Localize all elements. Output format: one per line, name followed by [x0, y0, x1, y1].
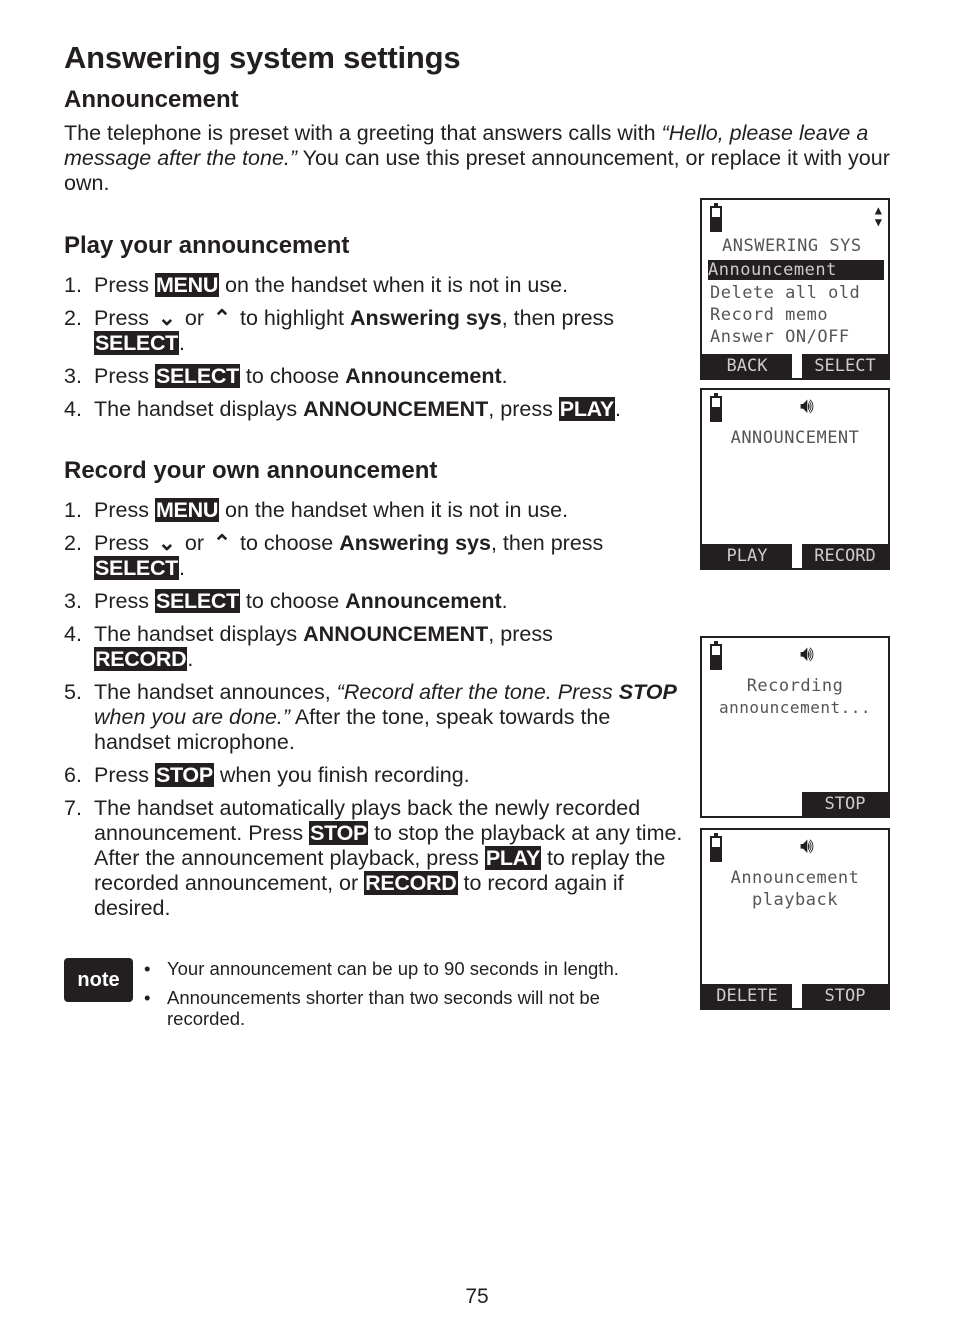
- select-key: SELECT: [94, 331, 180, 355]
- note-item: Announcements shorter than two seconds w…: [144, 987, 664, 1029]
- softkey-delete: DELETE: [702, 984, 792, 1008]
- menu-key: MENU: [154, 498, 220, 522]
- list-item: 6. Press STOP when you finish recording.: [64, 763, 470, 787]
- screen-text-line2: playback: [752, 890, 838, 910]
- battery-icon: [710, 203, 722, 232]
- record-steps: 1. Press MENU on the handset when it is n…: [64, 498, 689, 929]
- intro-paragraph: The telephone is preset with a greeting …: [64, 121, 890, 195]
- menu-item: Answer ON/OFF: [710, 327, 850, 347]
- softkey-stop: STOP: [802, 792, 888, 816]
- list-item: 7. The handset automatically plays back t…: [64, 796, 683, 920]
- screen-text-line1: Announcement: [730, 868, 860, 888]
- up-arrow-icon: ⌃: [213, 306, 232, 330]
- play-key: PLAY: [484, 846, 541, 870]
- handset-screen-recording: 🔊︎ Recording announcement... STOP: [700, 636, 890, 818]
- list-item: 5. The handset announces, “Record after t…: [64, 680, 677, 754]
- note-item: Your announcement can be up to 90 second…: [144, 958, 664, 979]
- softkey-record: RECORD: [802, 544, 888, 568]
- list-item: 3. Press SELECT to choose Announcement.: [64, 364, 508, 388]
- list-item: 1. Press MENU on the handset when it is n…: [64, 273, 569, 297]
- play-heading: Play your announcement: [64, 232, 350, 259]
- down-arrow-icon: ⌄: [157, 306, 176, 330]
- record-key: RECORD: [94, 647, 188, 671]
- screen-text-line1: Recording: [746, 676, 844, 696]
- scroll-arrows-icon: ▲ ▼: [874, 203, 882, 229]
- softkey-select: SELECT: [802, 354, 888, 378]
- list-item: 4. The handset displays ANNOUNCEMENT, pre…: [64, 622, 553, 671]
- menu-item: Record memo: [710, 305, 829, 325]
- record-key: RECORD: [364, 871, 458, 895]
- speaker-icon: 🔊︎: [800, 834, 814, 859]
- play-steps: 1. Press MENU on the handset when it is n…: [64, 273, 689, 430]
- menu-item-selected: Announcement: [708, 260, 884, 280]
- menu-key: MENU: [154, 273, 220, 297]
- list-item: 3. Press SELECT to choose Announcement.: [64, 589, 508, 613]
- battery-icon: [710, 393, 722, 422]
- up-arrow-icon: ⌃: [213, 531, 232, 555]
- screen-title: ANSWERING SYS: [722, 236, 862, 256]
- handset-screen-menu: ▲ ▼ ANSWERING SYS Announcement Delete all…: [700, 198, 890, 380]
- softkey-back: BACK: [702, 354, 792, 378]
- screen-text-line2: announcement...: [719, 698, 871, 717]
- battery-icon: [710, 833, 722, 862]
- handset-screen-announcement: 🔊︎ ANNOUNCEMENT PLAY RECORD: [700, 388, 890, 570]
- menu-item: Delete all old: [710, 283, 861, 303]
- select-key: SELECT: [154, 589, 240, 613]
- list-item: 4. The handset displays ANNOUNCEMENT, pre…: [64, 397, 621, 421]
- stop-key: STOP: [309, 821, 369, 845]
- softkey-play: PLAY: [702, 544, 792, 568]
- select-key: SELECT: [94, 556, 180, 580]
- softkey-stop: STOP: [802, 984, 888, 1008]
- screen-text: ANNOUNCEMENT: [730, 428, 860, 448]
- note-list: Your announcement can be up to 90 second…: [144, 958, 664, 1037]
- list-item: 2. Press ⌄ or ⌃ to choose Answering sys, …: [64, 531, 604, 580]
- speaker-icon: 🔊︎: [800, 394, 814, 419]
- handset-screen-playback: 🔊︎ Announcement playback DELETE STOP: [700, 828, 890, 1010]
- speaker-icon: 🔊︎: [800, 642, 814, 667]
- play-key: PLAY: [558, 397, 615, 421]
- page-number: 75: [465, 1285, 489, 1308]
- section-title: Announcement: [64, 86, 239, 113]
- list-item: 2. Press ⌄ or ⌃ to highlight Answering sy…: [64, 306, 615, 355]
- select-key: SELECT: [154, 364, 240, 388]
- record-heading: Record your own announcement: [64, 457, 438, 484]
- list-item: 1. Press MENU on the handset when it is n…: [64, 498, 569, 522]
- battery-icon: [710, 641, 722, 670]
- down-arrow-icon: ⌄: [157, 531, 176, 555]
- page-title: Answering system settings: [64, 40, 461, 75]
- note-badge: note: [64, 958, 133, 1002]
- stop-key: STOP: [154, 763, 214, 787]
